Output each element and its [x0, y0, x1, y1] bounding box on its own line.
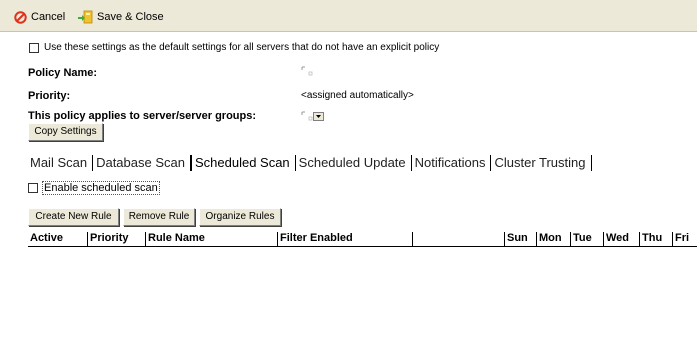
cancel-label: Cancel	[31, 11, 66, 23]
priority-label: Priority:	[28, 90, 71, 102]
policy-name-input[interactable]	[301, 66, 313, 76]
remove-rule-button[interactable]: Remove Rule	[123, 208, 195, 226]
tab-bar: Mail Scan Database Scan Scheduled Scan Sche…	[30, 155, 592, 173]
save-close-button[interactable]: Save & Close	[77, 9, 164, 25]
column-header[interactable]: Priority	[88, 232, 146, 246]
column-header[interactable]: Wed	[604, 232, 640, 246]
create-new-rule-button[interactable]: Create New Rule	[28, 208, 119, 226]
column-header[interactable]: Rule Name	[146, 232, 278, 246]
policy-name-label: Policy Name:	[28, 67, 98, 79]
column-header[interactable]: Tue	[571, 232, 604, 246]
toolbar: Cancel Save & Close	[0, 0, 697, 32]
copy-settings-button[interactable]: Copy Settings	[28, 123, 103, 141]
tab-database-scan[interactable]: Database Scan	[93, 155, 191, 171]
save-close-icon	[78, 10, 93, 24]
column-header[interactable]: Active	[28, 232, 88, 246]
server-groups-input[interactable]	[301, 111, 313, 121]
cancel-icon	[14, 10, 27, 24]
column-header[interactable]: Sun	[505, 232, 537, 246]
tab-mail-scan[interactable]: Mail Scan	[30, 155, 94, 171]
default-settings-label: Use these settings as the default settin…	[44, 42, 440, 53]
save-close-label: Save & Close	[97, 11, 164, 23]
tab-scheduled-update[interactable]: Scheduled Update	[296, 155, 412, 171]
organize-rules-button[interactable]: Organize Rules	[199, 208, 281, 226]
enable-scheduled-scan-label: Enable scheduled scan	[42, 181, 160, 195]
rules-table-header: Active Priority Rule Name Filter Enabled…	[28, 230, 697, 247]
rules-table-body	[28, 247, 697, 363]
column-header[interactable]: Mon	[537, 232, 571, 246]
server-groups-dropdown[interactable]	[313, 112, 324, 121]
column-header[interactable]: Fri	[673, 232, 697, 246]
tab-cluster-trusting[interactable]: Cluster Trusting	[491, 155, 592, 171]
priority-value: <assigned automatically>	[301, 90, 414, 101]
column-header[interactable]	[413, 232, 505, 246]
column-header[interactable]: Thu	[640, 232, 673, 246]
applies-to-label: This policy applies to server/server gro…	[28, 110, 257, 122]
default-settings-checkbox[interactable]	[29, 43, 39, 53]
chevron-down-icon	[316, 115, 321, 118]
tab-notifications[interactable]: Notifications	[412, 155, 492, 171]
cancel-button[interactable]: Cancel	[14, 9, 65, 25]
tab-scheduled-scan[interactable]: Scheduled Scan	[190, 155, 296, 171]
enable-scheduled-scan-checkbox[interactable]	[28, 183, 38, 193]
column-header[interactable]: Filter Enabled	[278, 232, 413, 246]
